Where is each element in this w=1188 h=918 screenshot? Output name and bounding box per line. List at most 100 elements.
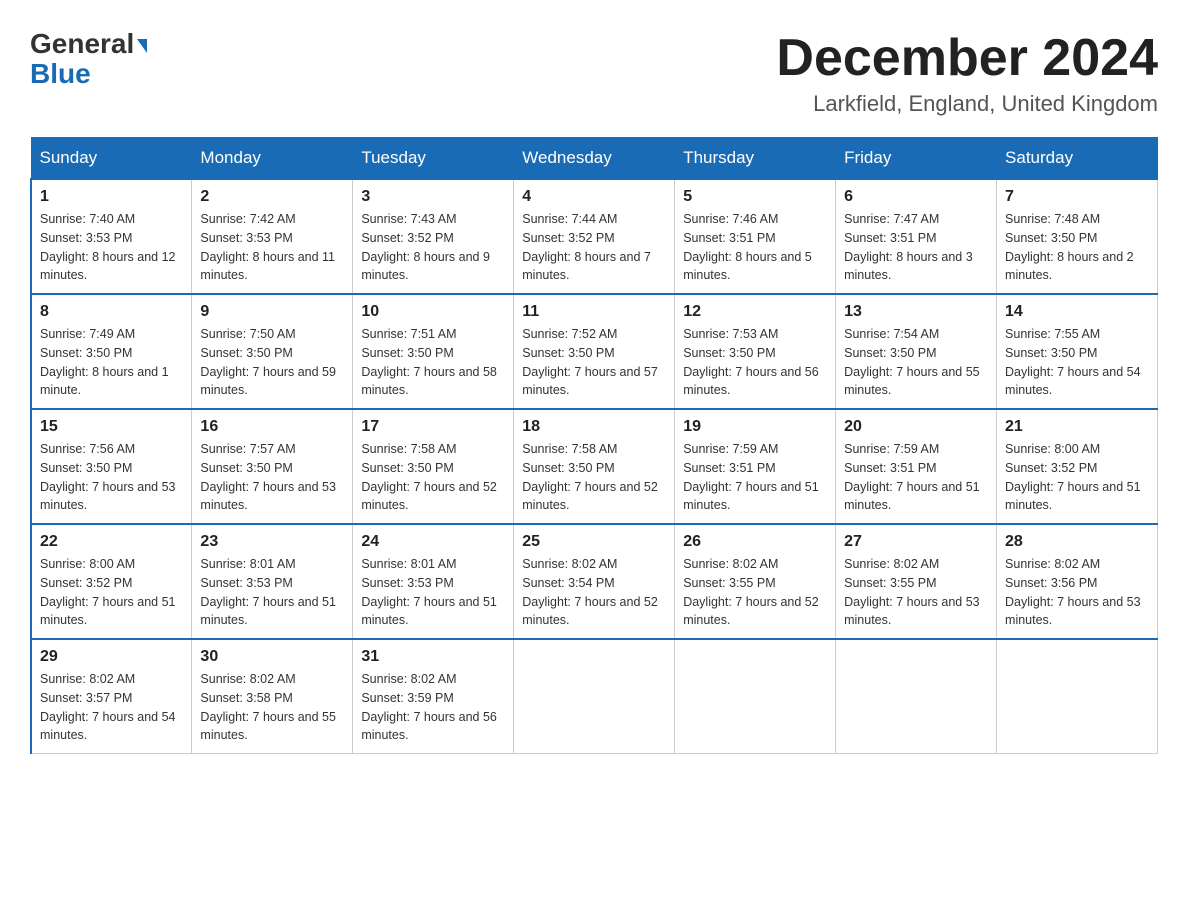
day-cell: 14 Sunrise: 7:55 AM Sunset: 3:50 PM Dayl… bbox=[997, 294, 1158, 409]
day-cell: 28 Sunrise: 8:02 AM Sunset: 3:56 PM Dayl… bbox=[997, 524, 1158, 639]
day-number: 3 bbox=[361, 188, 505, 206]
day-cell: 16 Sunrise: 7:57 AM Sunset: 3:50 PM Dayl… bbox=[192, 409, 353, 524]
day-cell: 22 Sunrise: 8:00 AM Sunset: 3:52 PM Dayl… bbox=[31, 524, 192, 639]
day-info: Sunrise: 8:02 AM Sunset: 3:55 PM Dayligh… bbox=[844, 555, 988, 630]
day-cell: 21 Sunrise: 8:00 AM Sunset: 3:52 PM Dayl… bbox=[997, 409, 1158, 524]
day-number: 5 bbox=[683, 188, 827, 206]
day-info: Sunrise: 7:46 AM Sunset: 3:51 PM Dayligh… bbox=[683, 210, 827, 285]
day-info: Sunrise: 8:00 AM Sunset: 3:52 PM Dayligh… bbox=[40, 555, 183, 630]
day-info: Sunrise: 7:59 AM Sunset: 3:51 PM Dayligh… bbox=[683, 440, 827, 515]
day-number: 29 bbox=[40, 648, 183, 666]
day-info: Sunrise: 7:51 AM Sunset: 3:50 PM Dayligh… bbox=[361, 325, 505, 400]
day-cell: 2 Sunrise: 7:42 AM Sunset: 3:53 PM Dayli… bbox=[192, 179, 353, 294]
day-cell: 30 Sunrise: 8:02 AM Sunset: 3:58 PM Dayl… bbox=[192, 639, 353, 754]
day-cell: 9 Sunrise: 7:50 AM Sunset: 3:50 PM Dayli… bbox=[192, 294, 353, 409]
day-number: 19 bbox=[683, 418, 827, 436]
day-number: 31 bbox=[361, 648, 505, 666]
day-cell: 29 Sunrise: 8:02 AM Sunset: 3:57 PM Dayl… bbox=[31, 639, 192, 754]
day-number: 13 bbox=[844, 303, 988, 321]
day-number: 20 bbox=[844, 418, 988, 436]
day-cell: 31 Sunrise: 8:02 AM Sunset: 3:59 PM Dayl… bbox=[353, 639, 514, 754]
day-info: Sunrise: 7:40 AM Sunset: 3:53 PM Dayligh… bbox=[40, 210, 183, 285]
day-cell: 13 Sunrise: 7:54 AM Sunset: 3:50 PM Dayl… bbox=[836, 294, 997, 409]
day-cell: 20 Sunrise: 7:59 AM Sunset: 3:51 PM Dayl… bbox=[836, 409, 997, 524]
day-number: 8 bbox=[40, 303, 183, 321]
day-cell: 27 Sunrise: 8:02 AM Sunset: 3:55 PM Dayl… bbox=[836, 524, 997, 639]
title-section: December 2024 Larkfield, England, United… bbox=[776, 30, 1158, 117]
day-info: Sunrise: 7:48 AM Sunset: 3:50 PM Dayligh… bbox=[1005, 210, 1149, 285]
day-info: Sunrise: 7:50 AM Sunset: 3:50 PM Dayligh… bbox=[200, 325, 344, 400]
location: Larkfield, England, United Kingdom bbox=[776, 91, 1158, 117]
page-header: General Blue December 2024 Larkfield, En… bbox=[30, 30, 1158, 117]
day-info: Sunrise: 7:55 AM Sunset: 3:50 PM Dayligh… bbox=[1005, 325, 1149, 400]
day-number: 6 bbox=[844, 188, 988, 206]
day-info: Sunrise: 7:43 AM Sunset: 3:52 PM Dayligh… bbox=[361, 210, 505, 285]
day-cell bbox=[836, 639, 997, 754]
day-cell: 4 Sunrise: 7:44 AM Sunset: 3:52 PM Dayli… bbox=[514, 179, 675, 294]
day-cell: 6 Sunrise: 7:47 AM Sunset: 3:51 PM Dayli… bbox=[836, 179, 997, 294]
header-day-tuesday: Tuesday bbox=[353, 138, 514, 180]
logo-blue: Blue bbox=[30, 58, 91, 90]
day-info: Sunrise: 8:00 AM Sunset: 3:52 PM Dayligh… bbox=[1005, 440, 1149, 515]
day-cell bbox=[514, 639, 675, 754]
day-info: Sunrise: 8:02 AM Sunset: 3:55 PM Dayligh… bbox=[683, 555, 827, 630]
day-info: Sunrise: 8:02 AM Sunset: 3:57 PM Dayligh… bbox=[40, 670, 183, 745]
week-row-2: 8 Sunrise: 7:49 AM Sunset: 3:50 PM Dayli… bbox=[31, 294, 1158, 409]
day-number: 15 bbox=[40, 418, 183, 436]
day-info: Sunrise: 8:01 AM Sunset: 3:53 PM Dayligh… bbox=[361, 555, 505, 630]
day-info: Sunrise: 7:49 AM Sunset: 3:50 PM Dayligh… bbox=[40, 325, 183, 400]
logo: General Blue bbox=[30, 30, 147, 90]
day-cell: 25 Sunrise: 8:02 AM Sunset: 3:54 PM Dayl… bbox=[514, 524, 675, 639]
day-number: 18 bbox=[522, 418, 666, 436]
day-cell: 18 Sunrise: 7:58 AM Sunset: 3:50 PM Dayl… bbox=[514, 409, 675, 524]
day-cell: 1 Sunrise: 7:40 AM Sunset: 3:53 PM Dayli… bbox=[31, 179, 192, 294]
day-info: Sunrise: 7:47 AM Sunset: 3:51 PM Dayligh… bbox=[844, 210, 988, 285]
day-number: 9 bbox=[200, 303, 344, 321]
day-info: Sunrise: 7:59 AM Sunset: 3:51 PM Dayligh… bbox=[844, 440, 988, 515]
day-number: 17 bbox=[361, 418, 505, 436]
header-day-friday: Friday bbox=[836, 138, 997, 180]
day-number: 27 bbox=[844, 533, 988, 551]
day-number: 4 bbox=[522, 188, 666, 206]
day-number: 23 bbox=[200, 533, 344, 551]
day-cell: 17 Sunrise: 7:58 AM Sunset: 3:50 PM Dayl… bbox=[353, 409, 514, 524]
day-cell: 11 Sunrise: 7:52 AM Sunset: 3:50 PM Dayl… bbox=[514, 294, 675, 409]
day-cell: 3 Sunrise: 7:43 AM Sunset: 3:52 PM Dayli… bbox=[353, 179, 514, 294]
day-info: Sunrise: 8:01 AM Sunset: 3:53 PM Dayligh… bbox=[200, 555, 344, 630]
day-cell: 5 Sunrise: 7:46 AM Sunset: 3:51 PM Dayli… bbox=[675, 179, 836, 294]
week-row-3: 15 Sunrise: 7:56 AM Sunset: 3:50 PM Dayl… bbox=[31, 409, 1158, 524]
day-cell: 7 Sunrise: 7:48 AM Sunset: 3:50 PM Dayli… bbox=[997, 179, 1158, 294]
day-info: Sunrise: 7:54 AM Sunset: 3:50 PM Dayligh… bbox=[844, 325, 988, 400]
day-info: Sunrise: 8:02 AM Sunset: 3:54 PM Dayligh… bbox=[522, 555, 666, 630]
day-number: 30 bbox=[200, 648, 344, 666]
day-cell: 24 Sunrise: 8:01 AM Sunset: 3:53 PM Dayl… bbox=[353, 524, 514, 639]
month-title: December 2024 bbox=[776, 30, 1158, 87]
day-info: Sunrise: 8:02 AM Sunset: 3:56 PM Dayligh… bbox=[1005, 555, 1149, 630]
day-number: 10 bbox=[361, 303, 505, 321]
logo-text: General bbox=[30, 30, 147, 58]
day-number: 2 bbox=[200, 188, 344, 206]
header-day-thursday: Thursday bbox=[675, 138, 836, 180]
day-info: Sunrise: 7:53 AM Sunset: 3:50 PM Dayligh… bbox=[683, 325, 827, 400]
week-row-4: 22 Sunrise: 8:00 AM Sunset: 3:52 PM Dayl… bbox=[31, 524, 1158, 639]
day-number: 21 bbox=[1005, 418, 1149, 436]
day-info: Sunrise: 8:02 AM Sunset: 3:58 PM Dayligh… bbox=[200, 670, 344, 745]
day-number: 11 bbox=[522, 303, 666, 321]
header-day-wednesday: Wednesday bbox=[514, 138, 675, 180]
header-day-sunday: Sunday bbox=[31, 138, 192, 180]
day-cell: 12 Sunrise: 7:53 AM Sunset: 3:50 PM Dayl… bbox=[675, 294, 836, 409]
day-number: 7 bbox=[1005, 188, 1149, 206]
header-day-monday: Monday bbox=[192, 138, 353, 180]
day-info: Sunrise: 7:58 AM Sunset: 3:50 PM Dayligh… bbox=[522, 440, 666, 515]
header-row: SundayMondayTuesdayWednesdayThursdayFrid… bbox=[31, 138, 1158, 180]
day-info: Sunrise: 7:44 AM Sunset: 3:52 PM Dayligh… bbox=[522, 210, 666, 285]
day-cell: 23 Sunrise: 8:01 AM Sunset: 3:53 PM Dayl… bbox=[192, 524, 353, 639]
day-number: 22 bbox=[40, 533, 183, 551]
calendar-table: SundayMondayTuesdayWednesdayThursdayFrid… bbox=[30, 137, 1158, 754]
day-number: 1 bbox=[40, 188, 183, 206]
day-info: Sunrise: 8:02 AM Sunset: 3:59 PM Dayligh… bbox=[361, 670, 505, 745]
header-day-saturday: Saturday bbox=[997, 138, 1158, 180]
day-number: 28 bbox=[1005, 533, 1149, 551]
day-number: 25 bbox=[522, 533, 666, 551]
day-number: 26 bbox=[683, 533, 827, 551]
